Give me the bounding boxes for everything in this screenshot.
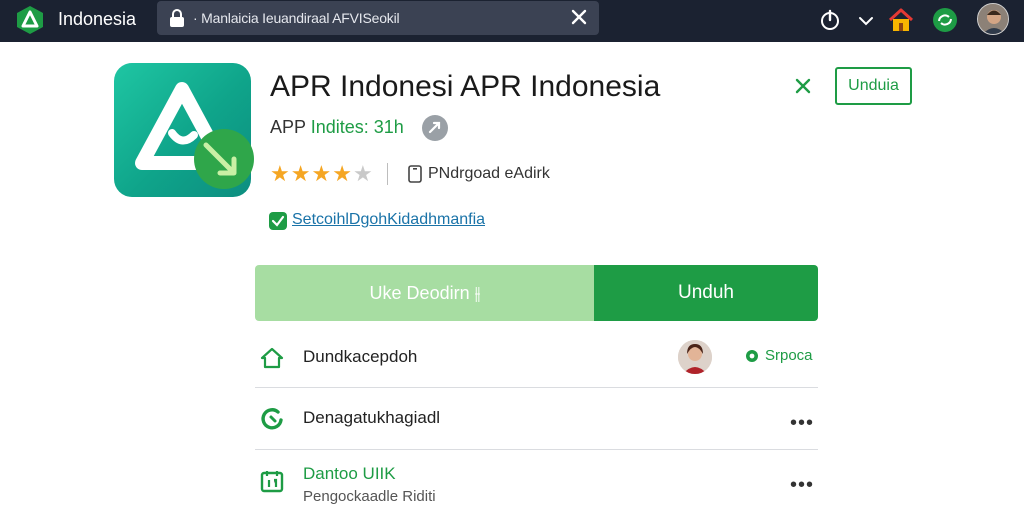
list-item-sublabel: Pengockaadle Riditi — [303, 488, 436, 505]
home-outline-icon — [260, 347, 284, 369]
star-icon: ★ — [270, 161, 290, 186]
share-icon[interactable] — [422, 115, 448, 141]
lock-icon — [170, 9, 184, 27]
check-icon — [269, 212, 287, 230]
top-bar: Indonesia · Manlaicia Ieuandiraal AFVISe… — [0, 0, 1024, 42]
app-subtitle-highlight: Indites: 31h — [310, 117, 404, 137]
chevron-down-icon[interactable] — [852, 6, 880, 34]
close-icon[interactable] — [569, 7, 589, 27]
sync-icon[interactable] — [931, 6, 959, 34]
list-item[interactable]: Dantoo UIIK Pengockaadle Riditi ••• — [255, 450, 818, 512]
power-icon[interactable] — [816, 6, 844, 34]
more-icon[interactable]: ••• — [790, 413, 814, 433]
avatar[interactable] — [678, 340, 712, 374]
list-item[interactable]: Denagatukhagiadl ••• — [255, 388, 818, 450]
divider — [387, 163, 388, 185]
close-icon[interactable] — [793, 76, 813, 96]
list-item-label: Dundkacepdoh — [303, 347, 418, 366]
star-icon: ★ — [311, 161, 332, 186]
star-icon: ★ — [290, 161, 311, 186]
download-button[interactable]: Unduh — [594, 265, 818, 321]
list-item[interactable]: Dundkacepdoh Srpoca — [255, 330, 818, 388]
url-text[interactable]: · Manlaicia Ieuandiraal AFVISeokil — [193, 10, 400, 26]
rating-stars: ★ ★ ★ ★ ★ — [270, 163, 373, 185]
row-badge-label[interactable]: Srpoca — [765, 347, 813, 364]
calendar-icon — [260, 471, 284, 493]
secondary-action-button[interactable]: Uke Deodirn ⫲ — [255, 265, 595, 321]
device-compat-text: PNdrgoad eAdirk — [428, 165, 550, 182]
refresh-icon — [261, 408, 283, 430]
device-icon — [408, 165, 422, 183]
star-icon: ★ — [352, 161, 373, 186]
app-title: APR Indonesi APR Indonesia — [270, 70, 661, 103]
app-icon — [114, 63, 254, 197]
home-icon[interactable] — [887, 6, 915, 34]
more-icon[interactable]: ••• — [790, 475, 814, 495]
verified-link[interactable]: SetcoihlDgohKidadhmanfia — [292, 211, 485, 229]
address-bar[interactable]: · Manlaicia Ieuandiraal AFVISeokil — [157, 1, 599, 35]
list-item-label: Dantoo UIIK — [303, 464, 396, 483]
gear-icon — [746, 350, 758, 362]
logo-icon[interactable] — [16, 5, 44, 35]
app-subtitle: APP Indites: 31h — [270, 117, 404, 138]
star-icon: ★ — [332, 161, 352, 186]
avatar[interactable] — [977, 3, 1009, 35]
app-name: Indonesia — [58, 9, 137, 29]
list-item-label: Denagatukhagiadl — [303, 408, 441, 427]
download-button-small[interactable]: Unduia — [835, 67, 912, 105]
app-subtitle-prefix: APP — [270, 117, 306, 137]
